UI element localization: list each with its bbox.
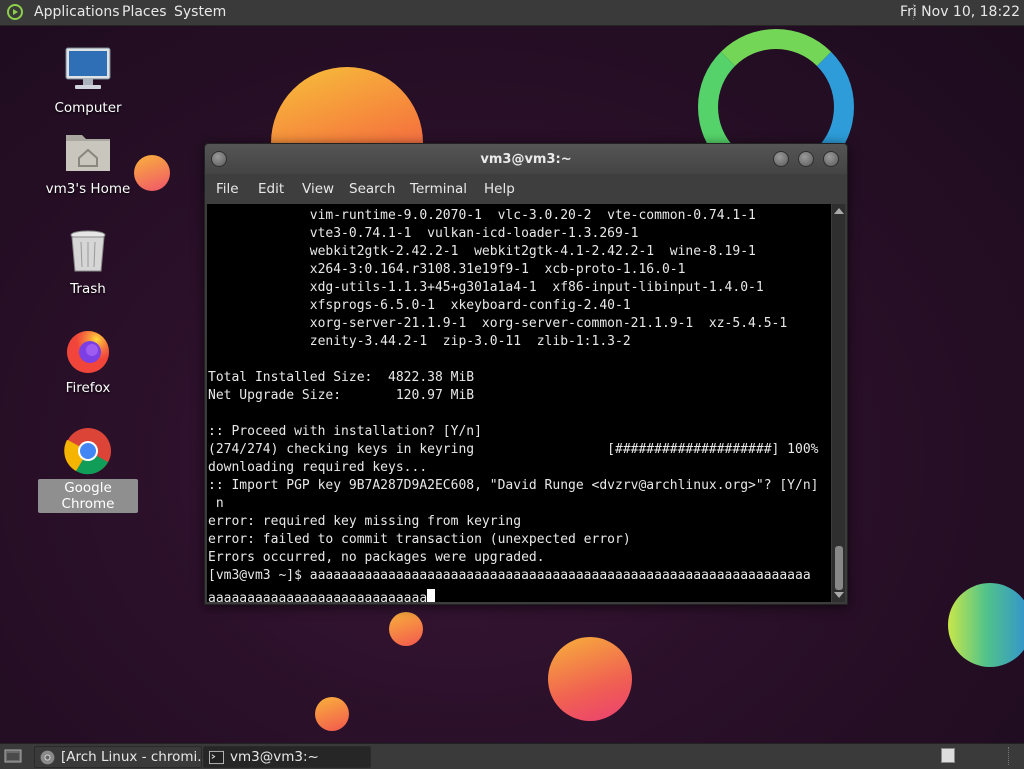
terminal-input-line[interactable]: aaaaaaaaaaaaaaaaaaaaaaaaaaaa [208,589,436,602]
terminal-input-text: aaaaaaaaaaaaaaaaaaaaaaaaaaaa [208,591,428,602]
show-desktop-icon[interactable] [4,748,22,764]
terminal-icon [209,750,224,765]
taskbar-item-label: [Arch Linux - chromi... [61,749,211,765]
chrome-icon [64,428,111,475]
terminal-line: xfsprogs-6.5.0-1 xkeyboard-config-2.40-1 [208,298,631,313]
window-titlebar[interactable]: vm3@vm3:~ [205,144,847,174]
top-panel: Applications Places System Fri Nov 10, 1… [0,0,1024,26]
terminal-line: x264-3:0.164.r3108.31e19f9-1 xcb-proto-1… [208,262,686,277]
desktop-icon-home[interactable]: vm3's Home [38,127,138,198]
desktop-icon-label: Trash [70,281,106,297]
terminal-line: (274/274) checking keys in keyring [####… [208,442,819,457]
terminal-line: xdg-utils-1.1.3+45+g301a1a4-1 xf86-input… [208,280,764,295]
desktop-icon-chrome[interactable]: Google Chrome [38,426,138,513]
text-cursor [427,589,436,602]
applications-menu[interactable]: Applications [34,4,120,20]
mate-logo-icon[interactable] [7,4,23,20]
menu-view[interactable]: View [302,181,334,197]
terminal-menubar: File Edit View Search Terminal Help [205,174,847,204]
wallpaper-circle [948,583,1024,667]
taskbar-item-chromium[interactable]: [Arch Linux - chromi... [34,746,210,768]
scroll-down-arrow-icon[interactable] [834,592,844,598]
terminal-line: [vm3@vm3 ~]$ aaaaaaaaaaaaaaaaaaaaaaaaaaa… [208,568,811,583]
menu-edit[interactable]: Edit [258,181,284,197]
desktop-icon-label: Firefox [65,380,111,396]
close-button[interactable] [823,151,839,167]
terminal-line: vte3-0.74.1-1 vulkan-icd-loader-1.3.269-… [208,226,639,241]
trash-icon [70,230,106,272]
desktop-icon-trash[interactable]: Trash [38,227,138,298]
wallpaper-circle [548,637,632,721]
menu-file[interactable]: File [216,181,239,197]
desktop-icon-label: Computer [54,100,122,116]
terminal-scrollbar[interactable] [832,204,845,602]
terminal-line: downloading required keys... [208,460,428,475]
desktop-icon-firefox[interactable]: Firefox [38,326,138,397]
terminal-window[interactable]: vm3@vm3:~ File Edit View Search Terminal… [204,143,848,605]
menu-help[interactable]: Help [484,181,515,197]
scroll-up-arrow-icon[interactable] [834,208,844,214]
desktop-icon-label: vm3's Home [45,181,131,197]
desktop-icon-label: Google Chrome [38,479,138,513]
bottom-panel: [Arch Linux - chromi... vm3@vm3:~ [0,743,1024,769]
desktop-icon-computer[interactable]: Computer [38,46,138,117]
terminal-line: webkit2gtk-2.42.2-1 webkit2gtk-4.1-2.42.… [208,244,756,259]
terminal-line: Errors occurred, no packages were upgrad… [208,550,545,565]
terminal-line: vim-runtime-9.0.2070-1 vlc-3.0.20-2 vte-… [208,208,756,223]
system-menu[interactable]: System [174,4,226,20]
scrollbar-thumb[interactable] [835,546,843,590]
wallpaper-circle [134,155,170,191]
terminal-line: :: Import PGP key 9B7A287D9A2EC608, "Dav… [208,478,819,493]
window-title: vm3@vm3:~ [480,152,572,167]
places-menu[interactable]: Places [122,4,167,20]
menu-search[interactable]: Search [349,181,395,197]
clock[interactable]: Fri Nov 10, 18:22 [900,4,1020,20]
firefox-icon [67,331,109,373]
taskbar-item-terminal[interactable]: vm3@vm3:~ [203,746,371,768]
home-folder-icon [66,135,110,171]
workspace-switcher[interactable] [941,748,955,763]
panel-handle [1008,747,1013,765]
chrome-icon [40,750,55,765]
taskbar-item-label: vm3@vm3:~ [230,749,319,765]
menu-terminal[interactable]: Terminal [410,181,467,197]
terminal-line: Net Upgrade Size: 120.97 MiB [208,388,475,403]
terminal-line: error: failed to commit transaction (une… [208,532,631,547]
terminal-line: Total Installed Size: 4822.38 MiB [208,370,475,385]
terminal-line: :: Proceed with installation? [Y/n] [208,424,482,439]
terminal-output[interactable]: vim-runtime-9.0.2070-1 vlc-3.0.20-2 vte-… [207,204,831,602]
terminal-line: zenity-3.44.2-1 zip-3.0-11 zlib-1:1.3-2 [208,334,631,349]
minimize-button[interactable] [773,151,789,167]
maximize-button[interactable] [798,151,814,167]
wallpaper-circle [315,697,349,731]
terminal-line: xorg-server-21.1.9-1 xorg-server-common-… [208,316,788,331]
computer-icon [65,47,111,89]
terminal-line: n [208,496,224,511]
terminal-line: error: required key missing from keyring [208,514,522,529]
wallpaper-circle [389,612,423,646]
